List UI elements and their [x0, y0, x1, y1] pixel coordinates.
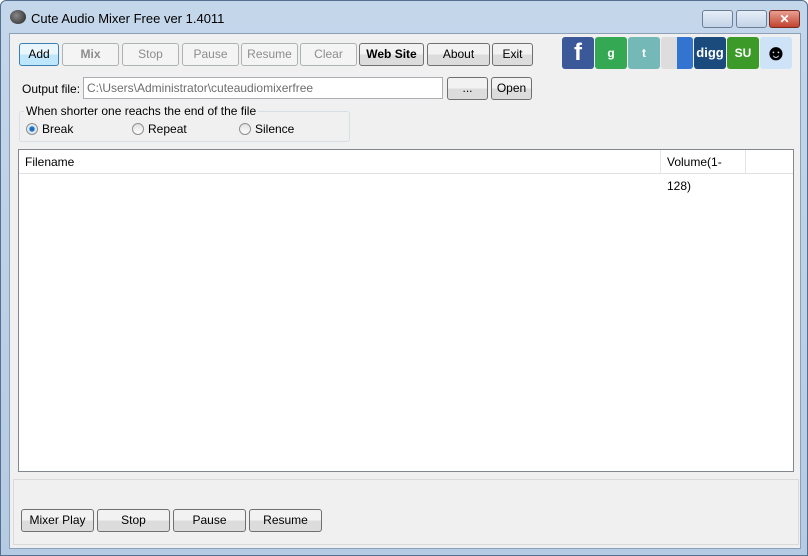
browse-button[interactable]: ...: [447, 77, 488, 100]
radio-label: Break: [42, 122, 74, 136]
player-stop-button[interactable]: Stop: [97, 509, 170, 532]
twitter-icon[interactable]: t: [628, 37, 660, 69]
mix-button[interactable]: Mix: [62, 43, 119, 66]
facebook-icon[interactable]: f: [562, 37, 594, 69]
close-button[interactable]: ✕: [769, 10, 800, 28]
mixer-play-button[interactable]: Mixer Play: [21, 509, 94, 532]
mode-legend: When shorter one reachs the end of the f…: [24, 104, 259, 118]
file-list[interactable]: Filename Volume(1-128): [18, 149, 794, 472]
stop-button[interactable]: Stop: [122, 43, 179, 66]
radio-indicator: [26, 123, 38, 135]
player-pause-button[interactable]: Pause: [173, 509, 246, 532]
website-button[interactable]: Web Site: [359, 43, 424, 66]
delicious-icon[interactable]: [661, 37, 693, 69]
client-area: Add Mix Stop Pause Resume Clear Web Site…: [9, 33, 801, 549]
app-window: Cute Audio Mixer Free ver 1.4011 ✕ Add M…: [0, 0, 808, 556]
radio-silence[interactable]: Silence: [239, 122, 294, 136]
minimize-button[interactable]: [702, 10, 733, 28]
maximize-button[interactable]: [736, 10, 767, 28]
player-resume-button[interactable]: Resume: [249, 509, 322, 532]
radio-label: Silence: [255, 122, 295, 136]
output-file-input[interactable]: C:\Users\Administrator\cuteaudiomixerfre…: [83, 77, 443, 99]
radio-break[interactable]: Break: [26, 122, 73, 136]
radio-label: Repeat: [148, 122, 187, 136]
output-file-label: Output file:: [22, 82, 81, 96]
column-volume[interactable]: Volume(1-128): [661, 150, 746, 193]
clear-button[interactable]: Clear: [300, 43, 357, 66]
add-button[interactable]: Add: [19, 43, 59, 66]
about-button[interactable]: About: [427, 43, 490, 66]
open-button[interactable]: Open: [491, 77, 532, 100]
reddit-icon[interactable]: ☻: [760, 37, 792, 69]
radio-indicator: [239, 123, 251, 135]
list-header: Filename Volume(1-128): [19, 150, 793, 193]
window-title: Cute Audio Mixer Free ver 1.4011: [31, 11, 225, 26]
radio-repeat[interactable]: Repeat: [132, 122, 187, 136]
digg-icon[interactable]: digg: [694, 37, 726, 69]
resume-button[interactable]: Resume: [241, 43, 298, 66]
stumbleupon-icon[interactable]: SU: [727, 37, 759, 69]
pause-button[interactable]: Pause: [182, 43, 239, 66]
player-panel: Mixer Play Stop Pause Resume: [13, 479, 799, 545]
column-filename[interactable]: Filename: [19, 150, 661, 174]
app-icon: [10, 10, 26, 24]
radio-indicator: [132, 123, 144, 135]
exit-button[interactable]: Exit: [492, 43, 533, 66]
google-icon[interactable]: g: [595, 37, 627, 69]
